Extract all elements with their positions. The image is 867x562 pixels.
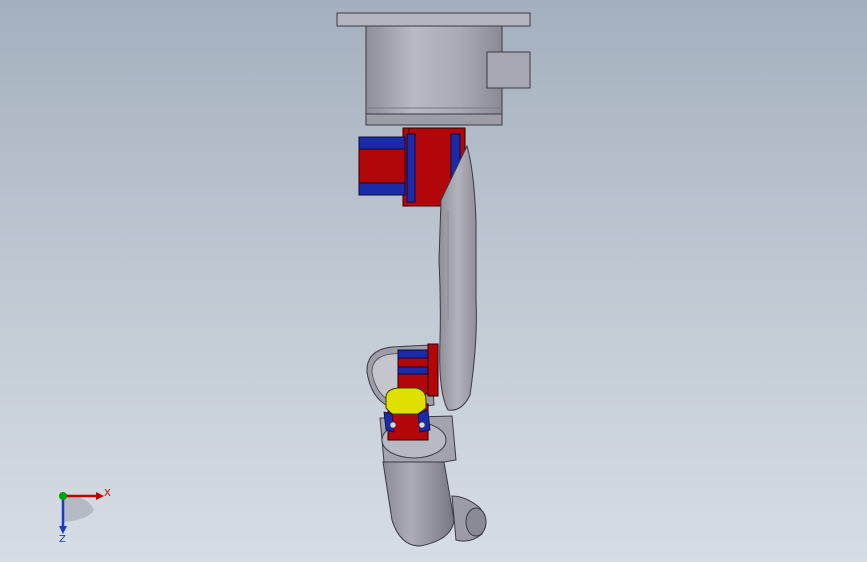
- mounting-plate[interactable]: [336, 12, 531, 27]
- wrist-gripper[interactable]: [383, 387, 431, 441]
- x-axis-label: X: [104, 488, 111, 499]
- base-cylinder[interactable]: [365, 25, 531, 126]
- y-axis-origin-icon: [59, 492, 67, 500]
- graphics-viewport[interactable]: X Z: [0, 0, 867, 562]
- triad-shadow: [64, 494, 94, 522]
- robot-arm-model[interactable]: [0, 0, 867, 562]
- coordinate-triad: X Z: [59, 488, 111, 545]
- z-axis-arrowhead: [59, 526, 67, 534]
- x-axis-arrowhead: [96, 492, 104, 500]
- z-axis-label: Z: [59, 534, 66, 545]
- connector-box: [486, 51, 531, 89]
